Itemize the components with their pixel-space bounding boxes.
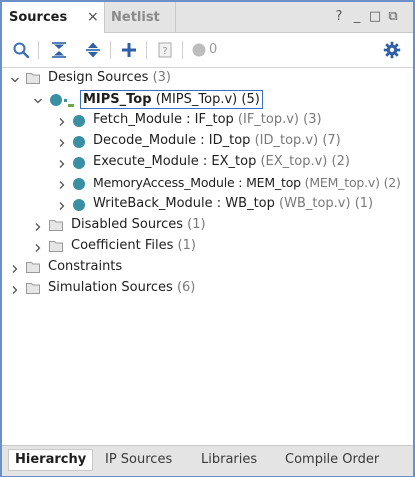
module-top-icon [50, 94, 62, 106]
toolbar-separator [38, 41, 39, 59]
restore-icon[interactable]: □ [368, 9, 382, 25]
tab-compile-order[interactable]: Compile Order [285, 450, 379, 470]
tree-label: Design Sources (3) [48, 70, 172, 85]
collapse-all-icon[interactable] [50, 41, 68, 59]
chevron-right-icon[interactable] [33, 221, 43, 231]
sources-toolbar: ? 0 [2, 33, 413, 68]
module-icon [73, 157, 85, 169]
module-icon [73, 178, 85, 190]
tree-row-module[interactable]: WriteBack_Module : WB_top (WB_top.v) (1) [2, 194, 413, 215]
folder-icon [26, 261, 40, 273]
tree-row-design-sources[interactable]: Design Sources (3) [2, 68, 413, 89]
tree-row-simulation-sources[interactable]: Simulation Sources (6) [2, 278, 413, 299]
toolbar-separator [182, 41, 183, 59]
folder-icon [26, 282, 40, 294]
tree-label: Execute_Module : EX_top (EX_top.v) (2) [93, 154, 350, 169]
chevron-right-icon[interactable] [57, 137, 67, 147]
tree-label: Constraints [48, 259, 123, 274]
status-count: 0 [209, 42, 218, 57]
gear-icon[interactable] [383, 41, 401, 59]
tab-netlist-label: Netlist [111, 9, 160, 25]
tree-label: Simulation Sources (6) [48, 280, 196, 295]
close-icon[interactable]: × [87, 9, 99, 25]
properties-icon[interactable]: ? [156, 41, 174, 59]
add-sources-icon[interactable] [120, 41, 138, 59]
tree-row-module[interactable]: MemoryAccess_Module : MEM_top (MEM_top.v… [2, 173, 413, 194]
tree-label: Disabled Sources (1) [71, 217, 206, 232]
tree-row-module[interactable]: Execute_Module : EX_top (EX_top.v) (2) [2, 152, 413, 173]
expand-all-icon[interactable] [84, 41, 102, 59]
tree-row-module[interactable]: Fetch_Module : IF_top (IF_top.v) (3) [2, 110, 413, 131]
window-controls: ? _ □ ⧉ [332, 9, 412, 25]
tree-row-mips-top[interactable]: MIPS_Top (MIPS_Top.v) (5) [2, 89, 413, 110]
chevron-right-icon[interactable] [10, 263, 20, 273]
tab-ip-sources[interactable]: IP Sources [105, 450, 172, 470]
tree-label: WriteBack_Module : WB_top (WB_top.v) (1) [93, 196, 374, 211]
tree-label-selected: MIPS_Top (MIPS_Top.v) (5) [80, 90, 263, 109]
tree-label: Fetch_Module : IF_top (IF_top.v) (3) [93, 112, 322, 127]
tab-sources[interactable]: Sources × [2, 2, 105, 33]
chevron-right-icon[interactable] [57, 116, 67, 126]
help-icon[interactable]: ? [332, 9, 346, 25]
folder-icon [26, 72, 40, 84]
module-icon [73, 136, 85, 148]
toolbar-separator [146, 41, 147, 59]
chevron-right-icon[interactable] [57, 158, 67, 168]
chevron-right-icon[interactable] [57, 179, 67, 189]
tree-label: MemoryAccess_Module : MEM_top (MEM_top.v… [93, 175, 401, 190]
folder-icon [49, 219, 63, 231]
chevron-right-icon[interactable] [33, 242, 43, 252]
toolbar-separator [110, 41, 111, 59]
module-icon [73, 199, 85, 211]
chevron-right-icon[interactable] [57, 200, 67, 210]
sources-panel: Sources × Netlist ? _ □ ⧉ ? 0 Design Sou… [0, 0, 415, 477]
folder-icon [49, 240, 63, 252]
tab-bar: Sources × Netlist ? _ □ ⧉ [2, 2, 413, 33]
tab-netlist[interactable]: Netlist [105, 2, 176, 32]
status-circle-icon [191, 41, 209, 59]
tab-libraries[interactable]: Libraries [201, 450, 257, 470]
search-icon[interactable] [12, 41, 30, 59]
tab-hierarchy[interactable]: Hierarchy [8, 449, 94, 471]
chevron-down-icon[interactable] [33, 95, 43, 105]
maximize-icon[interactable]: ⧉ [386, 9, 400, 25]
chevron-down-icon[interactable] [10, 74, 20, 84]
bottom-tab-bar: Hierarchy IP Sources Libraries Compile O… [2, 445, 413, 476]
hierarchy-mark-icon [64, 96, 74, 107]
minimize-icon[interactable]: _ [350, 9, 364, 25]
tab-sources-label: Sources [9, 10, 68, 25]
tree-row-constraints[interactable]: Constraints [2, 257, 413, 278]
module-icon [73, 115, 85, 127]
tree-label: Coefficient Files (1) [71, 238, 196, 253]
tree-label: Decode_Module : ID_top (ID_top.v) (7) [93, 133, 341, 148]
tree-row-coefficient-files[interactable]: Coefficient Files (1) [2, 236, 413, 257]
chevron-right-icon[interactable] [10, 284, 20, 294]
tree-row-disabled-sources[interactable]: Disabled Sources (1) [2, 215, 413, 236]
svg-text:?: ? [162, 46, 167, 57]
tree-row-module[interactable]: Decode_Module : ID_top (ID_top.v) (7) [2, 131, 413, 152]
